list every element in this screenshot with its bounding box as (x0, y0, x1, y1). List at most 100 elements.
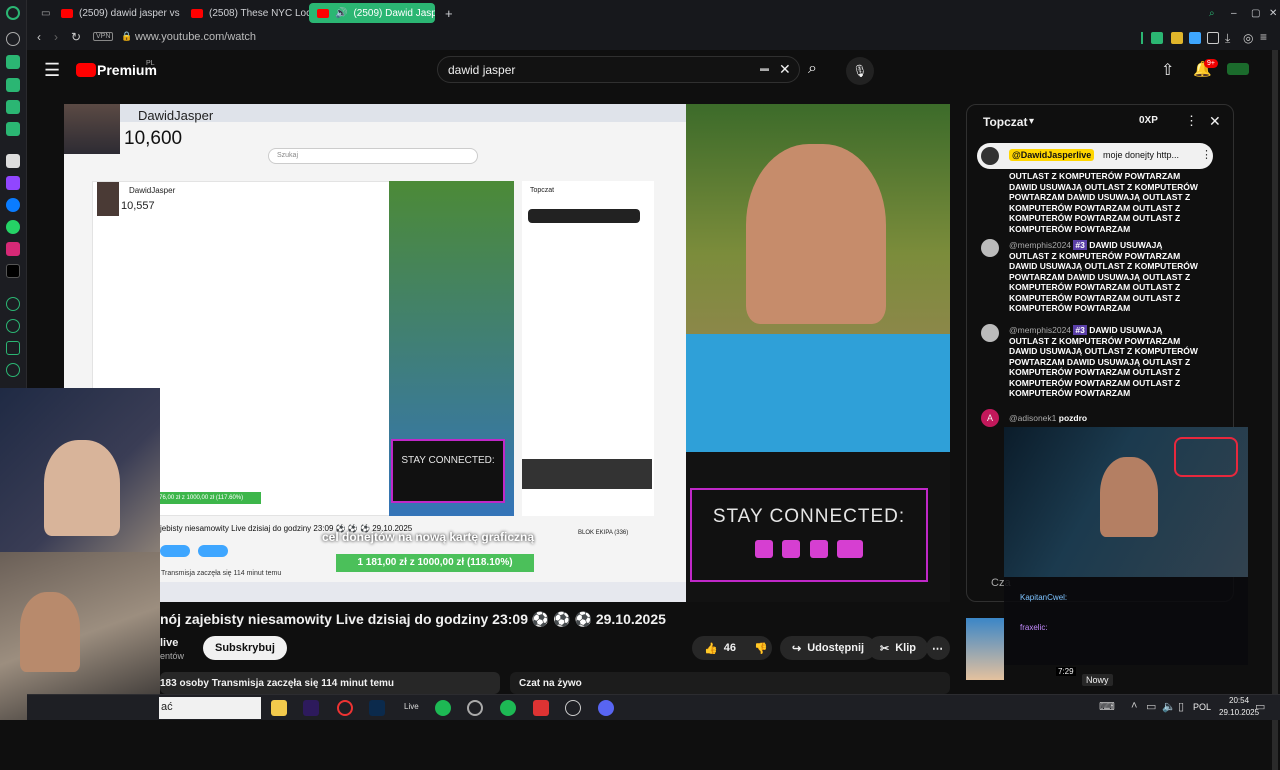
live-app-icon[interactable]: Live (404, 702, 419, 711)
search-box[interactable]: dawid jasper ▬ ✕ (437, 56, 800, 83)
download-icon[interactable]: ⤓ (1225, 31, 1230, 46)
tab-2[interactable]: (2508) These NYC Locati (183, 3, 309, 23)
scissors-icon: ✂ (880, 642, 890, 655)
youtube-logo-icon[interactable] (76, 63, 96, 77)
sidebar-app-icon[interactable] (6, 122, 20, 136)
clock-time[interactable]: 20:54 (1229, 696, 1249, 705)
live-chat-bar[interactable]: Czat na żywo (510, 672, 950, 694)
inner-pinned (528, 209, 640, 223)
sidebar-app-icon[interactable] (6, 78, 20, 92)
pinned-text: moje donejty http... (1103, 150, 1180, 160)
keyboard-icon[interactable]: ▬ (760, 63, 769, 73)
sidebar-app-icon[interactable] (6, 154, 20, 168)
extensions-icon[interactable] (6, 341, 20, 355)
minimize-button[interactable]: – (1223, 3, 1241, 23)
region-label: PL (146, 60, 155, 67)
language-indicator[interactable]: POL (1193, 702, 1211, 712)
url-field[interactable]: www.youtube.com/watch (135, 31, 256, 43)
subscribe-button[interactable]: Subskrybuj (203, 636, 287, 660)
reload-icon[interactable]: ↻ (71, 30, 81, 44)
thumbs-up-icon[interactable]: 👍 (704, 642, 718, 655)
forward-icon[interactable]: › (54, 30, 58, 44)
like-count[interactable]: 46 (724, 642, 736, 654)
extension-icon[interactable] (1151, 32, 1163, 44)
address-bar: ‹ › ↻ VPN 🔒 www.youtube.com/watch ⤓ ◎ ≡ (27, 26, 1280, 50)
windows-taskbar: ać Live ⌨ ˄ ▭ 🔈 ▯ POL 20:54 29.10.2025 ▭ (27, 694, 1280, 720)
opera-logo-icon[interactable] (6, 6, 20, 20)
recommended-thumbnail[interactable] (966, 618, 1004, 680)
inner-live-badge: Transmisja zaczęła się 114 minut temu (161, 570, 282, 577)
hamburger-menu-icon[interactable]: ☰ (44, 60, 60, 81)
search-icon[interactable]: ⌕ (808, 60, 817, 78)
app-icon[interactable] (533, 700, 549, 716)
after-effects-icon[interactable] (303, 700, 319, 716)
chat-mode-dropdown[interactable]: Topczat (983, 115, 1027, 129)
overlay-count: 10,600 (124, 128, 183, 149)
file-explorer-icon[interactable] (271, 700, 287, 716)
scrollbar[interactable] (1272, 50, 1278, 770)
settings-icon[interactable] (6, 363, 20, 377)
sidebar-app-icon[interactable] (6, 55, 20, 69)
upload-icon[interactable]: ⇧ (1161, 60, 1174, 80)
refresh-icon[interactable] (6, 32, 20, 46)
twitch-icon[interactable] (6, 176, 20, 190)
extension-icon[interactable] (1189, 32, 1201, 44)
x-icon[interactable] (6, 264, 20, 278)
messenger-icon[interactable] (6, 198, 20, 212)
extensions-puzzle-icon[interactable] (1207, 32, 1219, 44)
channel-name[interactable]: live (160, 637, 178, 649)
keyboard-tray-icon[interactable]: ⌨ (1099, 700, 1115, 713)
camera-icon[interactable]: ◎ (1243, 31, 1253, 45)
instagram-icon[interactable] (6, 242, 20, 256)
whatsapp-icon[interactable] (6, 220, 20, 234)
menu-icon[interactable]: ≡ (1260, 30, 1267, 44)
vpn-badge[interactable]: VPN (93, 32, 114, 41)
spotify-icon[interactable] (500, 700, 516, 716)
history-icon[interactable] (6, 319, 20, 333)
xp-badge[interactable]: 0XP (1139, 115, 1158, 126)
close-window-button[interactable]: ✕ (1261, 3, 1279, 23)
tab-1[interactable]: (2509) dawid jasper vs w (53, 3, 181, 23)
chevron-down-icon[interactable]: ▾ (1029, 116, 1034, 127)
player-icon[interactable] (6, 297, 20, 311)
extension-icon[interactable] (1171, 32, 1183, 44)
tab-active[interactable]: 🔊(2509) Dawid Jasper (309, 3, 435, 23)
app-icon[interactable] (565, 700, 581, 716)
subtitle-text: cel donejtów na nową kartę graficzną (322, 530, 535, 544)
app-icon[interactable] (467, 700, 483, 716)
more-options-icon[interactable]: ⋮ (1185, 113, 1198, 129)
avatar[interactable] (1227, 63, 1249, 75)
battery-icon[interactable]: ▯ (1178, 700, 1184, 713)
spotify-icon[interactable] (435, 700, 451, 716)
network-icon[interactable]: ▭ (1146, 700, 1156, 713)
maximize-button[interactable]: ▢ (1243, 3, 1261, 23)
volume-icon[interactable]: 🔈 (1162, 700, 1176, 713)
clip-button[interactable]: ✂ Klip (868, 636, 928, 660)
search-input[interactable]: dawid jasper (448, 63, 515, 77)
share-button[interactable]: ↪ Udostępnij (780, 636, 877, 660)
video-player[interactable]: DawidJasper 10,600 Szukaj DawidJasper 10… (64, 104, 950, 602)
chevron-up-icon[interactable]: ˄ (1131, 700, 1137, 712)
clock-date[interactable]: 29.10.2025 (1219, 708, 1259, 717)
back-icon[interactable]: ‹ (37, 30, 41, 44)
taskbar-search-input[interactable]: ać (159, 697, 261, 719)
close-chat-icon[interactable]: ✕ (1209, 113, 1221, 130)
opera-taskbar-icon[interactable] (337, 700, 353, 716)
webcam-overlay (0, 388, 160, 552)
photoshop-icon[interactable] (369, 700, 385, 716)
description-box[interactable]: 183 osoby Transmisja zaczęła się 114 min… (160, 672, 500, 694)
pinned-message[interactable]: @DawidJasperlive moje donejty http... ⋮ (977, 143, 1213, 169)
discord-icon[interactable] (598, 700, 614, 716)
sidebar-app-icon[interactable] (6, 100, 20, 114)
thumbnail-duration: 7:29 (1056, 667, 1076, 676)
notifications-icon[interactable]: ▭ (1255, 700, 1265, 713)
tab-overview-icon[interactable]: ▭ (33, 3, 53, 23)
clear-search-icon[interactable]: ✕ (779, 61, 791, 78)
more-actions-icon[interactable]: ⋯ (926, 636, 950, 660)
thumbs-down-icon[interactable]: 👎 (754, 642, 768, 655)
new-tab-button[interactable]: + (437, 3, 455, 23)
mic-icon[interactable]: 🎙 (846, 57, 874, 85)
lock-icon: 🔒 (121, 31, 133, 41)
more-options-icon[interactable]: ⋮ (1201, 148, 1212, 161)
search-tabs-icon[interactable]: ⌕ (1201, 3, 1219, 23)
